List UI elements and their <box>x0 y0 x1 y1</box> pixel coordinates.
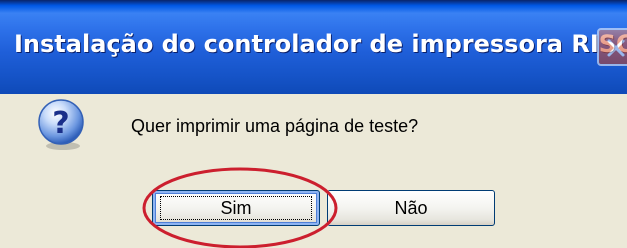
yes-button[interactable]: Sim <box>152 190 320 226</box>
window-title: Instalação do controlador de impressora … <box>14 30 627 58</box>
title-bar[interactable]: Instalação do controlador de impressora … <box>0 0 627 94</box>
no-button-label: Não <box>394 198 428 218</box>
dialog-window: Instalação do controlador de impressora … <box>0 0 627 248</box>
focus-indicator <box>160 196 312 220</box>
close-button[interactable] <box>597 28 627 66</box>
no-button[interactable]: Não <box>327 190 495 226</box>
dialog-body: ? Quer imprimir uma página de teste? Sim… <box>0 94 627 248</box>
svg-text:?: ? <box>52 106 69 141</box>
question-icon: ? <box>34 96 90 152</box>
close-icon <box>607 39 625 57</box>
dialog-message: Quer imprimir uma página de teste? <box>131 116 419 136</box>
